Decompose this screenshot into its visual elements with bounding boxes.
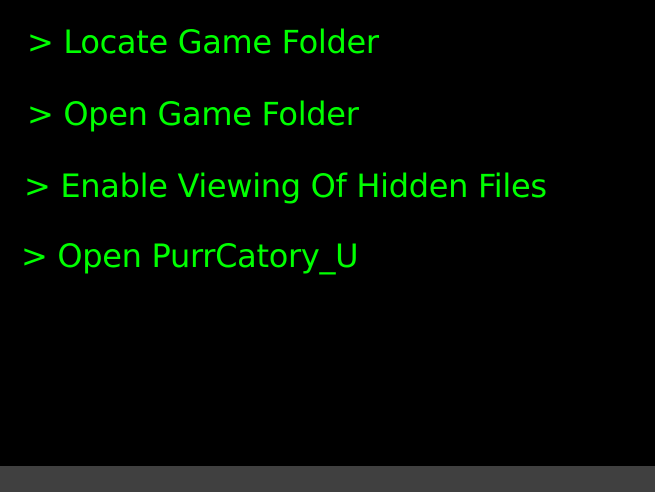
command-open-game-folder[interactable]: > Open Game Folder bbox=[27, 94, 359, 134]
bottom-bar bbox=[0, 466, 655, 492]
command-open-purrcatory[interactable]: > Open PurrCatory_U bbox=[21, 236, 359, 276]
command-enable-hidden-files[interactable]: > Enable Viewing Of Hidden Files bbox=[24, 166, 547, 206]
command-locate-game-folder[interactable]: > Locate Game Folder bbox=[27, 22, 379, 62]
terminal-panel: > Locate Game Folder > Open Game Folder … bbox=[0, 0, 655, 466]
game-screen: > Locate Game Folder > Open Game Folder … bbox=[0, 0, 655, 492]
